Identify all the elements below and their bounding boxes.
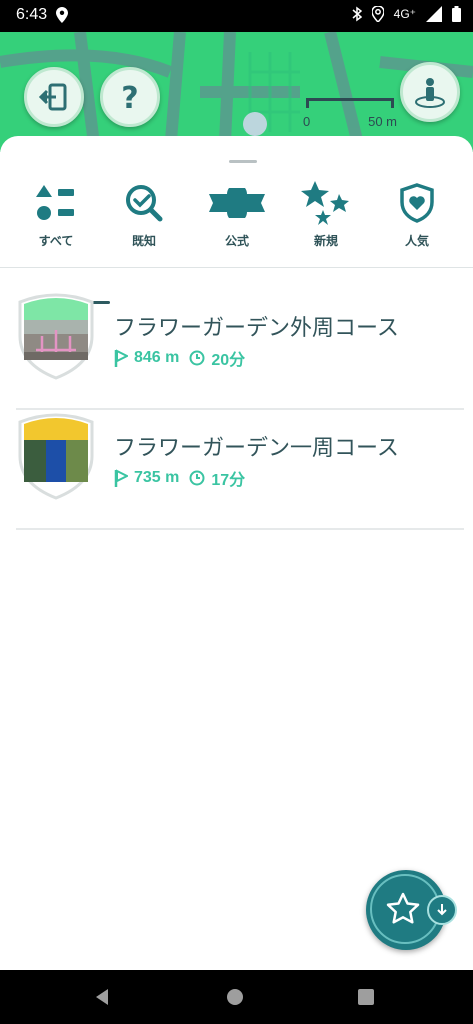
- heart-shield-icon: [400, 183, 434, 223]
- route-distance: 735 m: [134, 469, 180, 486]
- tabs-divider: [0, 267, 473, 268]
- search-check-icon: [126, 185, 163, 222]
- tab-new-label: 新規: [313, 234, 338, 248]
- route-title: フラワーガーデン外周コース: [114, 316, 399, 341]
- sheet-handle[interactable]: [229, 160, 257, 163]
- tab-known-label: 既知: [131, 234, 156, 248]
- player-button[interactable]: [400, 62, 460, 122]
- saved-routes-button[interactable]: [366, 870, 457, 950]
- battery-icon: [452, 6, 461, 22]
- location-pin-icon: [56, 7, 68, 23]
- help-icon: ?: [121, 81, 138, 113]
- status-bar: 6:43 4G⁺: [0, 0, 473, 32]
- tab-popular[interactable]: 人気: [370, 176, 464, 266]
- exit-icon: [38, 83, 67, 111]
- network-label: 4G⁺: [393, 7, 416, 21]
- route-meta: 846 m 20分: [114, 346, 245, 370]
- tab-new[interactable]: 新規: [279, 176, 373, 266]
- route-badge-1: [18, 293, 94, 380]
- tab-popular-label: 人気: [404, 234, 429, 248]
- tab-known[interactable]: 既知: [97, 176, 191, 266]
- route-sheet: すべて 既知 公式 新規 人気 フラワーガーデン外周コース 846 m 20分 …: [0, 136, 473, 970]
- help-button[interactable]: ?: [100, 67, 160, 127]
- route-meta: 735 m 17分: [114, 466, 245, 490]
- scale-end: 50 m: [368, 114, 397, 129]
- tab-all[interactable]: すべて: [9, 176, 103, 266]
- flag-icon: [114, 349, 128, 367]
- svg-text:?: ?: [121, 81, 138, 113]
- route-title: フラワーガーデン一周コース: [114, 436, 399, 461]
- map-scale: 0 50 m: [300, 94, 400, 129]
- route-badge-2: [18, 413, 94, 500]
- tab-all-label: すべて: [38, 234, 74, 248]
- route-duration: 17分: [211, 472, 246, 489]
- clock-icon: [189, 350, 205, 366]
- bluetooth-icon: [352, 6, 362, 22]
- route-item[interactable]: フラワーガーデン外周コース 846 m 20分: [16, 290, 464, 410]
- route-distance: 846 m: [134, 349, 180, 366]
- stars-icon: [301, 181, 349, 225]
- gps-icon: [371, 6, 384, 22]
- shapes-icon: [36, 185, 74, 220]
- filter-tabs: すべて 既知 公式 新規 人気: [0, 176, 473, 304]
- banner-icon: [209, 188, 265, 218]
- exit-button[interactable]: [24, 67, 84, 127]
- player-icon: [415, 78, 445, 108]
- route-item[interactable]: フラワーガーデン一周コース 735 m 17分: [16, 410, 464, 530]
- tab-official[interactable]: 公式: [190, 176, 284, 266]
- route-duration: 20分: [211, 352, 246, 369]
- download-badge: [427, 895, 457, 925]
- recents-icon[interactable]: [357, 988, 375, 1006]
- flag-icon: [114, 469, 128, 487]
- download-icon: [437, 904, 447, 916]
- status-time: 6:43: [16, 6, 48, 23]
- system-nav-bar: [0, 970, 473, 1024]
- back-icon[interactable]: [94, 988, 110, 1006]
- signal-icon: [426, 6, 442, 22]
- map-view[interactable]: ? 0 50 m: [0, 32, 473, 152]
- tab-official-label: 公式: [224, 234, 249, 248]
- home-icon[interactable]: [226, 988, 244, 1006]
- clock-icon: [189, 470, 205, 486]
- star-icon: [386, 892, 420, 924]
- scale-start: 0: [303, 114, 311, 129]
